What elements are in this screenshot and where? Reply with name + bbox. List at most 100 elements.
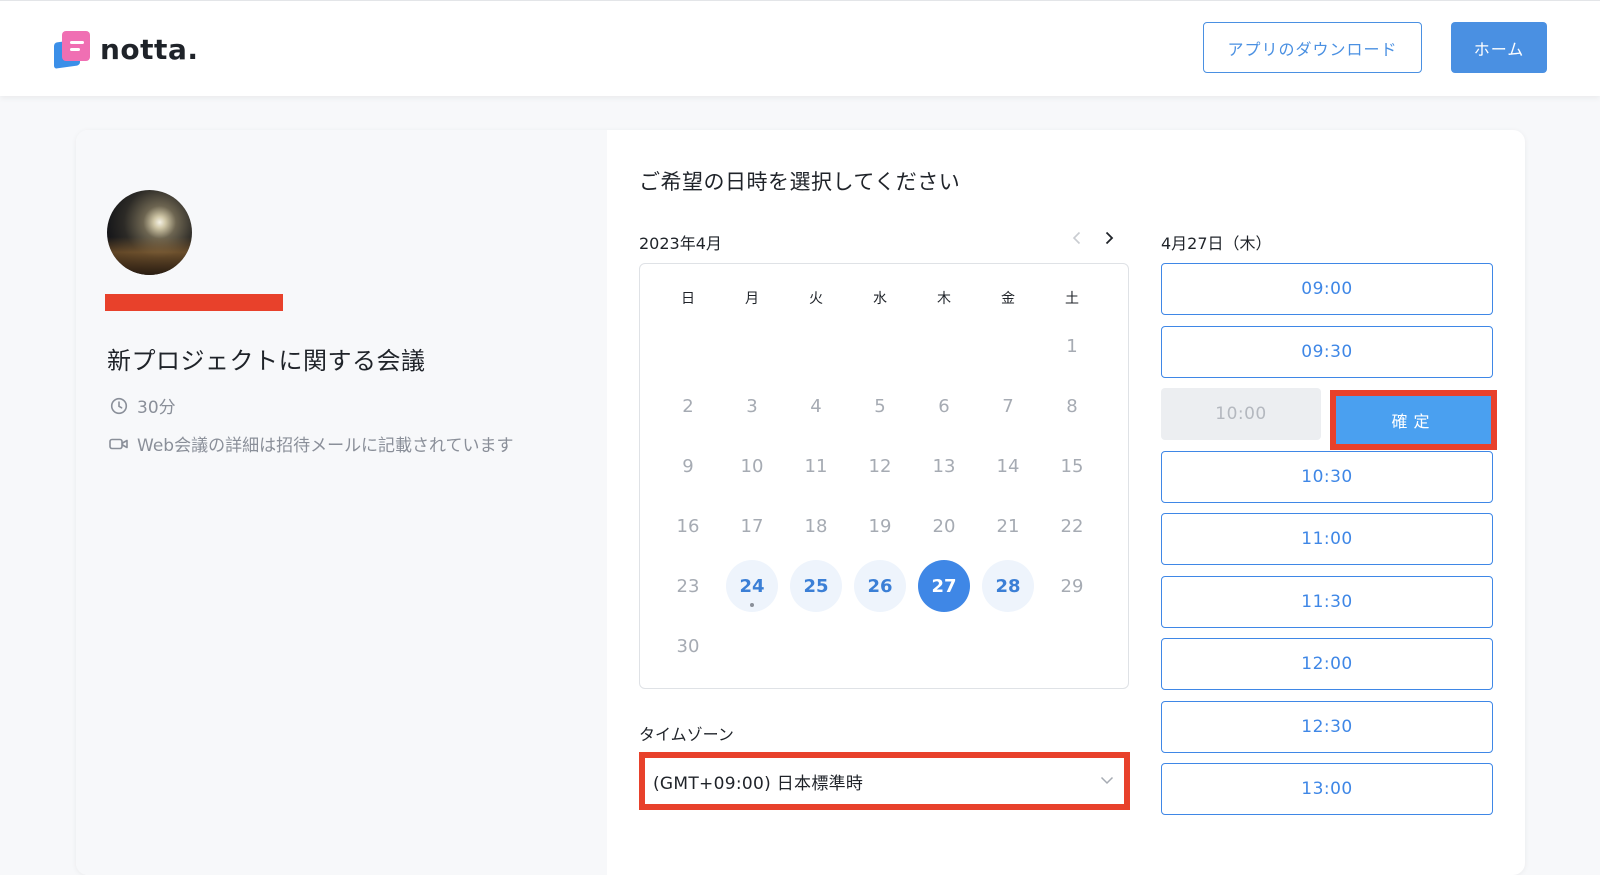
weekday-header: 金 [1001, 291, 1015, 307]
calendar-day-number: 8 [1066, 395, 1078, 417]
month-label: 2023年4月 [639, 234, 722, 253]
calendar-day-number: 30 [676, 635, 700, 657]
calendar-day-number: 21 [996, 515, 1020, 537]
calendar-day: 19 [854, 500, 906, 552]
calendar-day: 18 [790, 500, 842, 552]
location-note: Web会議の詳細は招待メールに記載されています [137, 436, 514, 456]
calendar-day: 1 [1046, 320, 1098, 372]
calendar-day[interactable]: 25 [790, 560, 842, 612]
chevron-down-icon [1100, 773, 1114, 789]
calendar-day-number: 26 [867, 575, 893, 597]
calendar-day: 2 [662, 380, 714, 432]
calendar-day-number: 28 [995, 575, 1021, 597]
calendar-day-number: 11 [804, 455, 828, 477]
timezone-select[interactable]: (GMT+09:00) 日本標準時 [639, 752, 1130, 810]
calendar-day: 21 [982, 500, 1034, 552]
time-slot-button[interactable]: 12:00 [1161, 638, 1493, 690]
meeting-title: 新プロジェクトに関する会議 [107, 347, 426, 375]
home-button[interactable]: ホーム [1451, 22, 1547, 73]
weekday-header: 火 [809, 291, 823, 307]
calendar-day: 16 [662, 500, 714, 552]
calendar-day: 4 [790, 380, 842, 432]
host-avatar [107, 190, 192, 275]
notta-logo[interactable]: notta. [52, 29, 212, 69]
calendar-day-number: 16 [676, 515, 700, 537]
chevron-right-icon [1105, 231, 1114, 245]
calendar-day-number: 1 [1066, 335, 1078, 357]
time-slot-button[interactable]: 11:00 [1161, 513, 1493, 565]
calendar-day: 17 [726, 500, 778, 552]
timezone-value: (GMT+09:00) 日本標準時 [653, 773, 864, 794]
calendar-day-number: 22 [1060, 515, 1084, 537]
confirm-button[interactable]: 確定 [1330, 390, 1497, 450]
calendar-day: 30 [662, 620, 714, 672]
calendar-day-number: 25 [803, 575, 829, 597]
top-header: notta. アプリのダウンロード ホーム [0, 0, 1600, 96]
calendar-day-number: 9 [682, 455, 694, 477]
duration-row: 30分 [109, 393, 176, 418]
next-month-button[interactable] [1099, 226, 1119, 250]
location-row: Web会議の詳細は招待メールに記載されています [109, 431, 514, 456]
confirm-label: 確定 [1391, 412, 1436, 431]
calendar-day-number: 12 [868, 455, 892, 477]
weekday-header: 水 [873, 291, 887, 307]
chevron-left-icon [1072, 231, 1081, 245]
time-slot-button[interactable]: 09:30 [1161, 325, 1493, 378]
calendar-day-number: 2 [682, 395, 694, 417]
calendar-day-number: 20 [932, 515, 956, 537]
calendar-day-number: 18 [804, 515, 828, 537]
weekday-header: 日 [681, 291, 695, 307]
calendar-day-selected[interactable]: 27 [918, 560, 970, 612]
today-indicator-dot [750, 603, 754, 607]
calendar-day: 29 [1046, 560, 1098, 612]
calendar-day-number: 13 [932, 455, 956, 477]
time-slot-button[interactable]: 12:30 [1161, 700, 1493, 753]
calendar-day-number: 5 [874, 395, 886, 417]
redacted-host-name [105, 294, 283, 311]
calendar-day-number: 24 [739, 575, 765, 597]
calendar-day[interactable]: 24 [726, 560, 778, 612]
prev-month-button[interactable] [1067, 226, 1087, 250]
calendar-day-number: 3 [746, 395, 758, 417]
calendar-day-number: 29 [1060, 575, 1084, 597]
time-slot-button[interactable]: 11:30 [1161, 575, 1493, 628]
timezone-label: タイムゾーン [639, 725, 734, 744]
weekday-header: 木 [937, 291, 951, 307]
calendar-day-number: 4 [810, 395, 822, 417]
time-slot-button[interactable]: 10:30 [1161, 450, 1493, 503]
time-slot-button[interactable]: 09:00 [1161, 263, 1493, 315]
selected-date-heading: 4月27日（木） [1161, 234, 1272, 253]
calendar-day: 10 [726, 440, 778, 492]
calendar-day-number: 19 [868, 515, 892, 537]
scheduling-card: 新プロジェクトに関する会議 30分 Web会議の詳細は招待メールに記載されていま… [76, 130, 1525, 875]
weekday-header: 月 [745, 291, 759, 307]
calendar-day-number: 27 [931, 575, 957, 597]
duration-text: 30分 [137, 398, 176, 418]
calendar-day: 8 [1046, 380, 1098, 432]
video-camera-icon [109, 434, 129, 454]
calendar-day: 5 [854, 380, 906, 432]
notta-logo-icon [52, 29, 92, 69]
calendar-day: 23 [662, 560, 714, 612]
calendar-grid: 日月火水木金土 1 2 3 4 5 6 7 8 9 10 11 12 13 14 15 16 17 18 19 20 21… [639, 263, 1129, 689]
calendar-day: 20 [918, 500, 970, 552]
panel-heading: ご希望の日時を選択してください [639, 170, 961, 194]
calendar-day: 9 [662, 440, 714, 492]
calendar-day: 12 [854, 440, 906, 492]
logo-text: notta. [100, 32, 199, 66]
calendar-day-number: 7 [1002, 395, 1014, 417]
calendar-day: 22 [1046, 500, 1098, 552]
calendar-day[interactable]: 28 [982, 560, 1034, 612]
download-app-button[interactable]: アプリのダウンロード [1203, 22, 1422, 73]
calendar-day-number: 23 [676, 575, 700, 597]
calendar-day: 14 [982, 440, 1034, 492]
calendar-day[interactable]: 26 [854, 560, 906, 612]
clock-icon [109, 396, 129, 416]
time-slot-selected[interactable]: 10:00 [1161, 388, 1321, 440]
calendar-day-number: 6 [938, 395, 950, 417]
calendar-day: 11 [790, 440, 842, 492]
calendar-day-number: 15 [1060, 455, 1084, 477]
time-slot-button[interactable]: 13:00 [1161, 763, 1493, 815]
calendar-day: 13 [918, 440, 970, 492]
weekday-header: 土 [1065, 291, 1079, 307]
